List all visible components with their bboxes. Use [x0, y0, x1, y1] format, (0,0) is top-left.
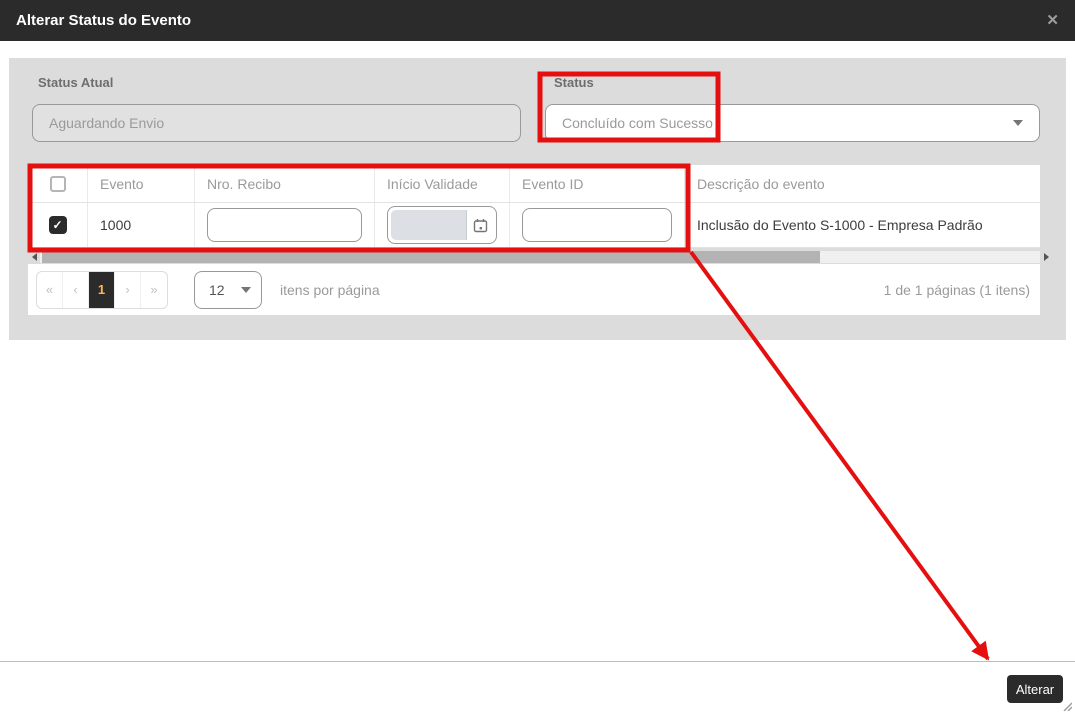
pager-group: « ‹ 1 › »: [36, 270, 168, 309]
calendar-icon[interactable]: [467, 218, 493, 233]
date-value-area: [391, 210, 467, 240]
scroll-left-icon[interactable]: [28, 250, 40, 264]
row-evento: 1000: [88, 203, 195, 247]
nro-recibo-input[interactable]: [207, 208, 362, 242]
resize-grip-icon[interactable]: [1062, 698, 1073, 716]
horizontal-scrollbar[interactable]: [28, 250, 1052, 264]
first-page-button[interactable]: «: [37, 271, 63, 308]
col-header-evento: Evento: [88, 165, 195, 202]
modal-header: Alterar Status do Evento ✕: [0, 0, 1075, 41]
col-header-evento-id: Evento ID: [510, 165, 685, 202]
status-atual-value: Aguardando Envio: [49, 115, 165, 131]
pagination-bar: « ‹ 1 › » 12 itens por página 1 de 1 pág…: [28, 264, 1040, 315]
footer-divider: [0, 661, 1075, 662]
next-page-button[interactable]: ›: [115, 271, 141, 308]
last-page-button[interactable]: »: [141, 272, 167, 308]
inicio-validade-input[interactable]: [387, 206, 497, 244]
events-table: Evento Nro. Recibo Início Validade Event…: [28, 165, 1040, 248]
chevron-down-icon: [241, 286, 251, 293]
status-dropdown-value: Concluído com Sucesso: [562, 115, 713, 131]
row-inicio-validade-cell: [375, 203, 510, 247]
current-page-button[interactable]: 1: [89, 271, 115, 308]
status-atual-label: Status Atual: [38, 75, 114, 90]
pagination-summary: 1 de 1 páginas (1 itens): [883, 281, 1030, 298]
form-panel: Status Atual Aguardando Envio Status Con…: [9, 58, 1066, 340]
alterar-button[interactable]: Alterar: [1007, 675, 1063, 703]
page-size-dropdown[interactable]: 12: [194, 270, 262, 309]
prev-page-button[interactable]: ‹: [63, 271, 89, 308]
evento-id-input[interactable]: [522, 208, 672, 242]
chevron-down-icon: [1013, 120, 1023, 126]
status-atual-input: Aguardando Envio: [32, 104, 521, 142]
check-icon: ✓: [52, 218, 63, 232]
scrollbar-thumb[interactable]: [42, 251, 820, 263]
select-all-checkbox[interactable]: [49, 175, 66, 192]
page-size-value: 12: [209, 281, 225, 298]
scroll-right-icon[interactable]: [1040, 250, 1052, 264]
change-event-status-modal: { "modal": { "title": "Alterar Status do…: [0, 0, 1075, 718]
row-nro-recibo-cell: [195, 203, 375, 247]
scrollbar-track[interactable]: [40, 251, 1040, 263]
items-per-page-label: itens por página: [280, 281, 380, 298]
row-descricao: Inclusão do Evento S-1000 - Empresa Padr…: [697, 217, 983, 233]
status-dropdown[interactable]: Concluído com Sucesso: [545, 104, 1040, 142]
close-icon[interactable]: ✕: [1046, 13, 1059, 28]
row-checkbox-cell: ✓: [28, 203, 88, 247]
modal-title: Alterar Status do Evento: [16, 12, 192, 29]
row-evento-id-cell: [510, 203, 685, 247]
table-header-row: Evento Nro. Recibo Início Validade Event…: [28, 165, 1040, 203]
header-checkbox-cell: [28, 165, 88, 202]
col-header-descricao: Descrição do evento: [697, 175, 825, 192]
row-checkbox[interactable]: ✓: [48, 216, 67, 234]
status-label: Status: [554, 75, 594, 90]
table-row: ✓ 1000 Inclusão do Evento S-1000 - Empre…: [28, 203, 1040, 248]
col-header-nro-recibo: Nro. Recibo: [195, 165, 375, 202]
col-header-inicio-validade: Início Validade: [375, 165, 510, 202]
